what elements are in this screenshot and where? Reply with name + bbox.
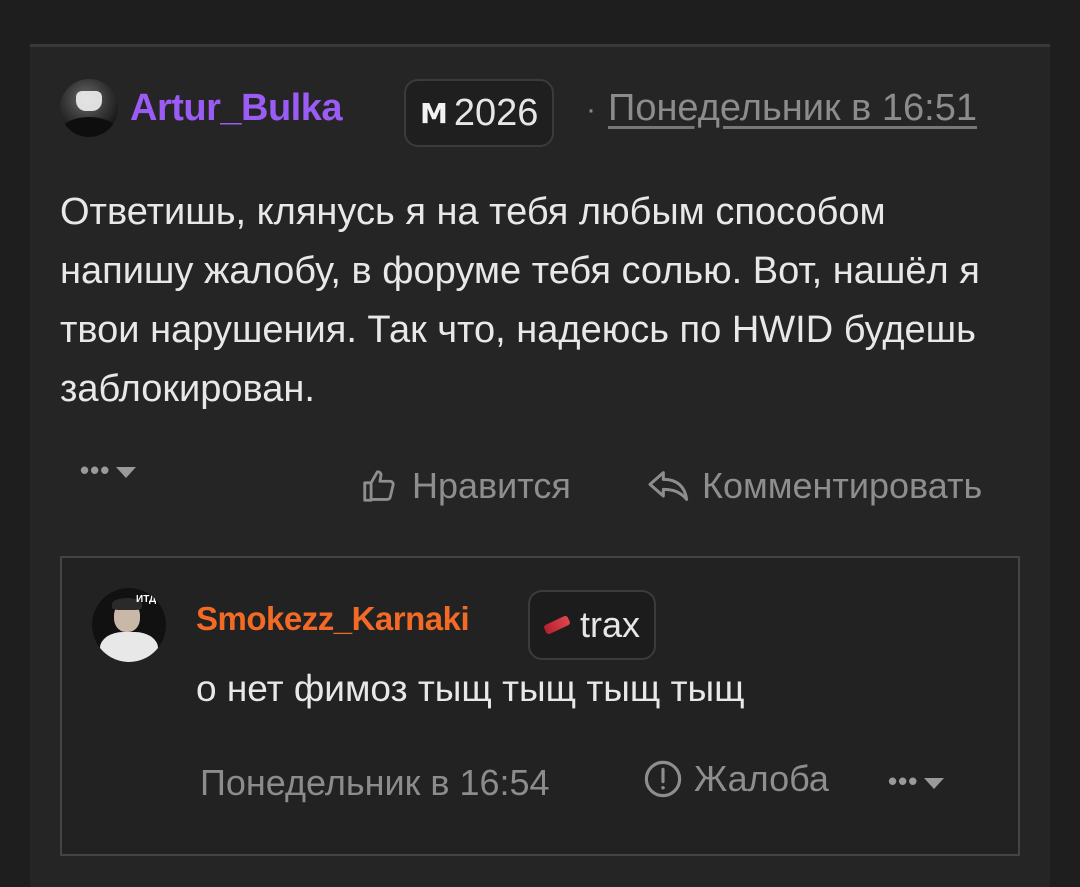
- reply-author-username[interactable]: Smokezz_Karnaki: [196, 600, 470, 638]
- report-button[interactable]: Жалоба: [642, 758, 829, 800]
- like-label: Нравится: [412, 465, 571, 506]
- reply-date[interactable]: Понедельник в 16:54: [200, 762, 550, 804]
- thumbs-up-icon: [363, 470, 395, 502]
- post-actions: ••• Нравится Комментировать: [60, 447, 1020, 507]
- comment-label: Комментировать: [702, 465, 983, 506]
- reply-footer: Понедельник в 16:54 Жалоба •••: [200, 758, 990, 808]
- reply-card: ИТД Smokezz_Karnaki trax о нет фимоз тыщ…: [60, 556, 1020, 856]
- report-label: Жалоба: [694, 758, 829, 799]
- caret-down-icon: [924, 778, 945, 789]
- avatar-tag: ИТД: [136, 594, 157, 605]
- author-username[interactable]: Artur_Bulka: [130, 87, 343, 130]
- post-card: Artur_Bulka M 2026 · Понедельник в 16:51…: [30, 44, 1050, 887]
- avatar-shirt-shape: [100, 632, 158, 662]
- author-badge-text: 2026: [453, 91, 539, 134]
- avatar-mask-shape: [76, 91, 102, 111]
- header-separator: ·: [586, 93, 596, 126]
- reply-more-menu[interactable]: •••: [888, 766, 945, 797]
- reply-author-avatar[interactable]: ИТД: [92, 588, 166, 662]
- like-button[interactable]: Нравится: [360, 465, 571, 507]
- m-logo-icon: M: [420, 96, 448, 130]
- comment-button[interactable]: Комментировать: [646, 465, 982, 507]
- caret-down-icon: [116, 467, 137, 478]
- post-body-text: Ответишь, клянусь я на тебя любым способ…: [60, 191, 980, 410]
- author-badge[interactable]: M 2026: [404, 79, 555, 147]
- avatar-shoulders-shape: [62, 117, 116, 137]
- post-header: Artur_Bulka M 2026 · Понедельник в 16:51: [60, 79, 1020, 147]
- reply-body-text: о нет фимоз тыщ тыщ тыщ тыщ: [196, 668, 745, 709]
- author-avatar[interactable]: [60, 79, 118, 137]
- reply-arrow-icon: [648, 471, 689, 501]
- more-dots-icon: •••: [888, 766, 919, 796]
- post-more-menu[interactable]: •••: [80, 455, 137, 486]
- post-date-link[interactable]: Понедельник в 16:51: [608, 87, 977, 130]
- dynamite-icon: [543, 614, 571, 636]
- reply-author-badge[interactable]: trax: [528, 590, 657, 660]
- reply-badge-text: trax: [580, 604, 641, 645]
- more-dots-icon: •••: [80, 455, 111, 485]
- exclamation-circle-icon: [644, 760, 682, 798]
